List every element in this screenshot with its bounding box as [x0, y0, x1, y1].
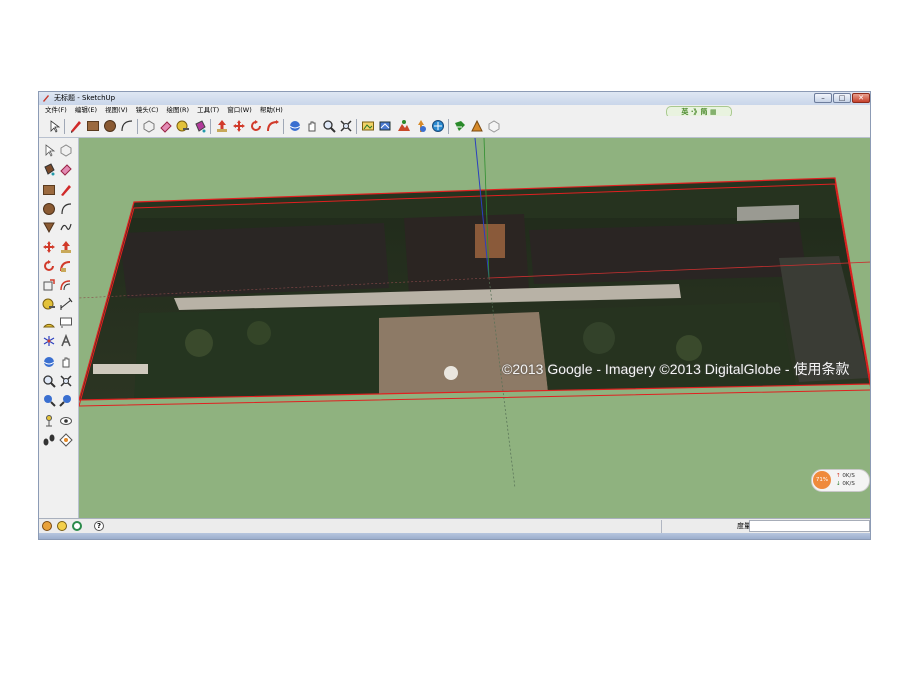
tape-measure-icon[interactable] [176, 119, 190, 133]
scale-icon[interactable] [42, 278, 56, 292]
menu-tools[interactable]: 工具(T) [194, 105, 222, 116]
status-bar: ? 度量 [39, 518, 870, 534]
menu-draw[interactable]: 绘图(R) [163, 105, 192, 116]
download-speed: ↓ 0K/S [836, 481, 855, 487]
rotate-icon[interactable] [249, 119, 263, 133]
3d-text-icon[interactable] [59, 334, 73, 348]
left-toolbar [39, 138, 79, 518]
move-icon[interactable] [232, 119, 246, 133]
windows-taskbar[interactable] [39, 533, 870, 539]
menu-file[interactable]: 文件(F) [42, 105, 70, 116]
sketchup-window: 无标题 - SketchUp – □ ✕ 文件(F) 编辑(E) 视图(V) 镜… [38, 91, 871, 540]
window-title: 无标题 - SketchUp [54, 94, 116, 102]
share-model-icon[interactable] [453, 119, 467, 133]
circle-icon[interactable] [42, 202, 56, 216]
eraser-icon[interactable] [159, 119, 173, 133]
circle-icon[interactable] [103, 119, 117, 133]
user-icon[interactable] [72, 521, 82, 531]
get-models-icon[interactable] [431, 119, 445, 133]
upload-speed: ↑ 0K/S [836, 473, 855, 479]
extension-icon[interactable] [487, 119, 501, 133]
dimension-icon[interactable] [59, 297, 73, 311]
main-toolbar [39, 116, 870, 138]
tape-measure-icon[interactable] [42, 297, 56, 311]
pan-icon[interactable] [305, 119, 319, 133]
paint-bucket-icon[interactable] [193, 119, 207, 133]
rectangle-icon[interactable] [86, 119, 100, 133]
zoom-icon[interactable] [322, 119, 336, 133]
paint-bucket-icon[interactable] [42, 162, 56, 176]
move-icon[interactable] [42, 240, 56, 254]
push-pull-icon[interactable] [59, 240, 73, 254]
pan-icon[interactable] [59, 355, 73, 369]
menu-help[interactable]: 帮助(H) [257, 105, 286, 116]
zoom-window-icon[interactable] [59, 374, 73, 388]
section-plane-icon[interactable] [59, 433, 73, 447]
measurements-input[interactable] [749, 520, 870, 532]
arc-icon[interactable] [59, 202, 73, 216]
model-viewport[interactable]: ©2013 Google - Imagery ©2013 DigitalGlob… [79, 138, 871, 518]
text-icon[interactable] [59, 315, 73, 329]
arc-icon[interactable] [120, 119, 134, 133]
zoom-extents-icon[interactable] [339, 119, 353, 133]
line-icon[interactable] [59, 183, 73, 197]
menu-camera[interactable]: 镜头(C) [133, 105, 162, 116]
eraser-icon[interactable] [59, 162, 73, 176]
help-icon[interactable]: ? [94, 521, 104, 531]
toggle-terrain-icon[interactable] [397, 119, 411, 133]
walk-icon[interactable] [42, 433, 56, 447]
geo-location-icon[interactable] [42, 521, 52, 531]
network-speed-widget[interactable]: 71% ↑ 0K/S ↓ 0K/S [811, 469, 870, 492]
offset-icon[interactable] [59, 278, 73, 292]
menu-edit[interactable]: 编辑(E) [72, 105, 100, 116]
imagery-credit[interactable]: ©2013 Google - Imagery ©2013 DigitalGlob… [502, 359, 849, 379]
menu-view[interactable]: 视图(V) [102, 105, 131, 116]
status-divider [661, 520, 662, 533]
sketchup-app-icon [43, 95, 49, 102]
credits-icon[interactable] [57, 521, 67, 531]
orbit-icon[interactable] [288, 119, 302, 133]
make-component-icon[interactable] [142, 119, 156, 133]
follow-me-icon[interactable] [59, 259, 73, 273]
protractor-icon[interactable] [42, 315, 56, 329]
look-around-icon[interactable] [59, 414, 73, 428]
next-view-icon[interactable] [59, 393, 73, 407]
axes-icon[interactable] [42, 334, 56, 348]
rectangle-icon[interactable] [42, 183, 56, 197]
push-pull-icon[interactable] [215, 119, 229, 133]
freehand-icon[interactable] [59, 220, 73, 234]
menu-bar: 文件(F) 编辑(E) 视图(V) 镜头(C) 绘图(R) 工具(T) 窗口(W… [39, 105, 870, 118]
rotate-icon[interactable] [42, 259, 56, 273]
maximize-button[interactable]: □ [833, 93, 851, 103]
minimize-button[interactable]: – [814, 93, 832, 103]
previous-view-icon[interactable] [42, 393, 56, 407]
select-icon[interactable] [42, 143, 56, 157]
get-photo-texture-icon[interactable] [361, 119, 375, 133]
position-camera-icon[interactable] [42, 414, 56, 428]
make-component-icon[interactable] [59, 143, 73, 157]
preview-google-earth-icon[interactable] [414, 119, 428, 133]
title-bar[interactable]: 无标题 - SketchUp – □ ✕ [39, 92, 870, 105]
add-location-icon[interactable] [378, 119, 392, 133]
pencil-icon[interactable] [69, 119, 83, 133]
close-button[interactable]: ✕ [852, 93, 870, 103]
cpu-percent-badge: 71% [813, 471, 831, 489]
zoom-icon[interactable] [42, 374, 56, 388]
menu-window[interactable]: 窗口(W) [224, 105, 255, 116]
scene-canvas[interactable] [79, 138, 871, 518]
orbit-icon[interactable] [42, 355, 56, 369]
select-icon[interactable] [47, 119, 61, 133]
polygon-icon[interactable] [42, 220, 56, 234]
share-component-icon[interactable] [470, 119, 484, 133]
follow-me-icon[interactable] [266, 119, 280, 133]
